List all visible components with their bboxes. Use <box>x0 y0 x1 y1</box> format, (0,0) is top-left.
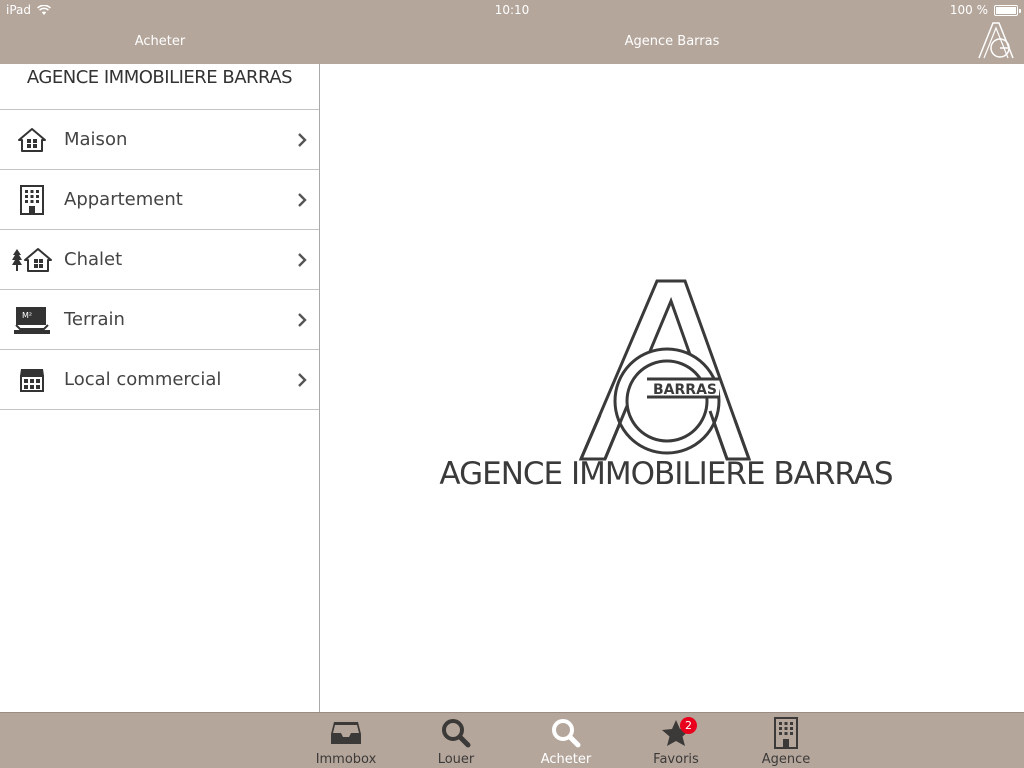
building-icon <box>769 717 803 749</box>
sidebar-item-terrain[interactable]: M² Terrain <box>0 290 319 350</box>
sidebar-header: AGENCE IMMOBILIERE BARRAS <box>0 64 319 110</box>
land-plot-icon: M² <box>0 290 64 350</box>
tab-label: Acheter <box>540 752 592 767</box>
sidebar-item-appartement[interactable]: Appartement <box>0 170 319 230</box>
chevron-right-icon <box>298 373 307 387</box>
chalet-icon <box>0 230 64 290</box>
agency-logo: BARRAS <box>578 279 752 461</box>
top-bar: iPad 10:10 100 % Acheter Agence Barras <box>0 0 1024 64</box>
brand-name: AGENCE IMMOBILIERE BARRAS <box>439 456 893 492</box>
sidebar-item-maison[interactable]: Maison <box>0 110 319 170</box>
tab-label: Louer <box>437 752 475 767</box>
chevron-right-icon <box>298 193 307 207</box>
search-icon <box>439 717 473 749</box>
inbox-icon <box>329 717 363 749</box>
status-bar: iPad 10:10 100 % <box>0 0 1024 22</box>
sidebar-item-label: Local commercial <box>64 369 222 390</box>
chevron-right-icon <box>298 313 307 327</box>
main-content: BARRAS AGENCE IMMOBILIERE BARRAS <box>321 64 1024 712</box>
tab-acheter[interactable]: Acheter <box>526 717 606 768</box>
logo-text: BARRAS <box>653 382 717 398</box>
shop-icon <box>0 350 64 410</box>
house-icon <box>0 110 64 170</box>
tab-louer[interactable]: Louer <box>416 717 496 768</box>
tab-bar: Immobox Louer Acheter 2 Favoris Agence <box>0 712 1024 768</box>
agency-monogram-icon[interactable] <box>976 20 1016 60</box>
sidebar-item-label: Terrain <box>64 309 125 330</box>
tab-favoris[interactable]: 2 Favoris <box>636 717 716 768</box>
favorites-badge: 2 <box>680 717 697 734</box>
tab-label: Immobox <box>315 752 377 767</box>
sidebar-item-label: Maison <box>64 129 128 150</box>
svg-text:M²: M² <box>22 311 32 320</box>
star-icon: 2 <box>659 717 697 749</box>
tab-label: Favoris <box>653 752 699 767</box>
sidebar-nav-title: Acheter <box>134 34 186 49</box>
tab-agence[interactable]: Agence <box>746 717 826 768</box>
battery-icon <box>994 4 1021 16</box>
tab-immobox[interactable]: Immobox <box>306 717 386 768</box>
page-title: Agence Barras <box>624 34 720 49</box>
status-time: 10:10 <box>494 3 530 17</box>
apartment-building-icon <box>0 170 64 230</box>
tab-label: Agence <box>761 752 811 767</box>
battery-percent: 100 % <box>949 3 988 17</box>
sidebar-item-label: Appartement <box>64 189 183 210</box>
chevron-right-icon <box>298 253 307 267</box>
sidebar-item-label: Chalet <box>64 249 123 270</box>
sidebar-item-chalet[interactable]: Chalet <box>0 230 319 290</box>
search-icon <box>549 717 583 749</box>
chevron-right-icon <box>298 133 307 147</box>
sidebar-item-local-commercial[interactable]: Local commercial <box>0 350 319 410</box>
sidebar: AGENCE IMMOBILIERE BARRAS Maison Apparte… <box>0 64 320 712</box>
